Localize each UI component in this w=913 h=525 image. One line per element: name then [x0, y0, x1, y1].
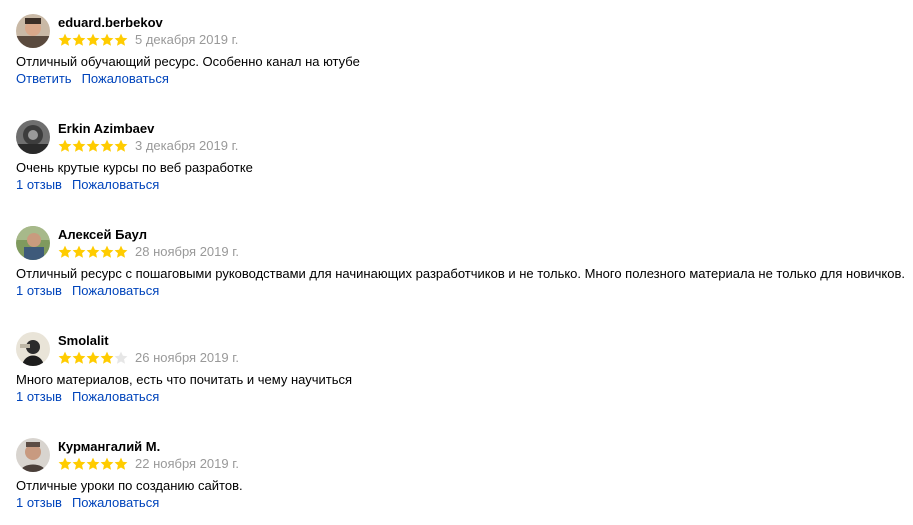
star-icon	[58, 139, 72, 152]
avatar[interactable]	[16, 14, 50, 48]
review-text: Много материалов, есть что почитать и че…	[16, 372, 353, 387]
star-icon	[72, 33, 86, 46]
star-icon	[100, 245, 114, 258]
review-meta: 3 декабря 2019 г.	[58, 138, 238, 154]
star-icon	[86, 245, 100, 258]
star-icon	[100, 457, 114, 470]
review-actions: 1 отзыв Пожаловаться	[16, 495, 159, 511]
avatar[interactable]	[16, 438, 50, 472]
review-text: Отличные уроки по созданию сайтов.	[16, 478, 243, 493]
star-icon	[86, 139, 100, 152]
star-icon	[58, 33, 72, 46]
review-actions: Ответить Пожаловаться	[16, 71, 169, 87]
review-date: 5 декабря 2019 г.	[135, 32, 239, 47]
review-date: 26 ноября 2019 г.	[135, 350, 239, 365]
report-link[interactable]: Пожаловаться	[72, 283, 159, 298]
report-link[interactable]: Пожаловаться	[72, 389, 159, 404]
review-meta: 22 ноября 2019 г.	[58, 456, 239, 472]
review-author[interactable]: eduard.berbekov	[58, 15, 163, 31]
star-icon	[100, 33, 114, 46]
star-icon	[58, 245, 72, 258]
star-icon	[58, 351, 72, 364]
rating-stars	[58, 244, 128, 260]
star-icon	[114, 33, 128, 46]
star-icon	[72, 351, 86, 364]
rating-stars	[58, 350, 128, 366]
review-author[interactable]: Erkin Azimbaev	[58, 121, 154, 137]
reply-link[interactable]: Ответить	[16, 71, 72, 86]
review-date: 22 ноября 2019 г.	[135, 456, 239, 471]
reviews-count-link[interactable]: 1 отзыв	[16, 495, 62, 510]
review-item: Курмангалий М. 22 ноября 2019 г. Отличны…	[16, 438, 911, 525]
rating-stars	[58, 32, 128, 48]
avatar[interactable]	[16, 120, 50, 154]
review-item: Erkin Azimbaev 3 декабря 2019 г. Очень к…	[16, 120, 911, 212]
reviews-count-link[interactable]: 1 отзыв	[16, 177, 62, 192]
review-text: Отличный ресурс с пошаговыми руководства…	[16, 266, 905, 281]
review-author[interactable]: Курмангалий М.	[58, 439, 160, 455]
review-text: Отличный обучающий ресурс. Особенно кана…	[16, 54, 360, 69]
star-icon	[114, 457, 128, 470]
review-item: eduard.berbekov 5 декабря 2019 г. Отличн…	[16, 14, 911, 106]
rating-stars	[58, 138, 128, 154]
review-text: Очень крутые курсы по веб разработке	[16, 160, 253, 175]
review-item: Алексей Баул 28 ноября 2019 г. Отличный …	[16, 226, 911, 318]
reviews-count-link[interactable]: 1 отзыв	[16, 283, 62, 298]
star-icon	[72, 139, 86, 152]
star-icon	[86, 33, 100, 46]
report-link[interactable]: Пожаловаться	[82, 71, 169, 86]
review-meta: 28 ноября 2019 г.	[58, 244, 239, 260]
review-actions: 1 отзыв Пожаловаться	[16, 177, 159, 193]
review-author[interactable]: Алексей Баул	[58, 227, 147, 243]
star-icon	[114, 351, 128, 364]
star-icon	[100, 139, 114, 152]
rating-stars	[58, 456, 128, 472]
report-link[interactable]: Пожаловаться	[72, 495, 159, 510]
star-icon	[114, 139, 128, 152]
star-icon	[114, 245, 128, 258]
review-date: 3 декабря 2019 г.	[135, 138, 239, 153]
star-icon	[58, 457, 72, 470]
star-icon	[72, 245, 86, 258]
reviews-list: eduard.berbekov 5 декабря 2019 г. Отличн…	[0, 0, 913, 525]
star-icon	[100, 351, 114, 364]
review-author[interactable]: Smolalit	[58, 333, 109, 349]
reviews-count-link[interactable]: 1 отзыв	[16, 389, 62, 404]
star-icon	[86, 351, 100, 364]
review-actions: 1 отзыв Пожаловаться	[16, 283, 159, 299]
avatar[interactable]	[16, 332, 50, 366]
report-link[interactable]: Пожаловаться	[72, 177, 159, 192]
review-meta: 5 декабря 2019 г.	[58, 32, 238, 48]
avatar[interactable]	[16, 226, 50, 260]
review-meta: 26 ноября 2019 г.	[58, 350, 239, 366]
review-date: 28 ноября 2019 г.	[135, 244, 239, 259]
star-icon	[72, 457, 86, 470]
star-icon	[86, 457, 100, 470]
review-item: Smolalit 26 ноября 2019 г. Много материа…	[16, 332, 911, 424]
review-actions: 1 отзыв Пожаловаться	[16, 389, 159, 405]
